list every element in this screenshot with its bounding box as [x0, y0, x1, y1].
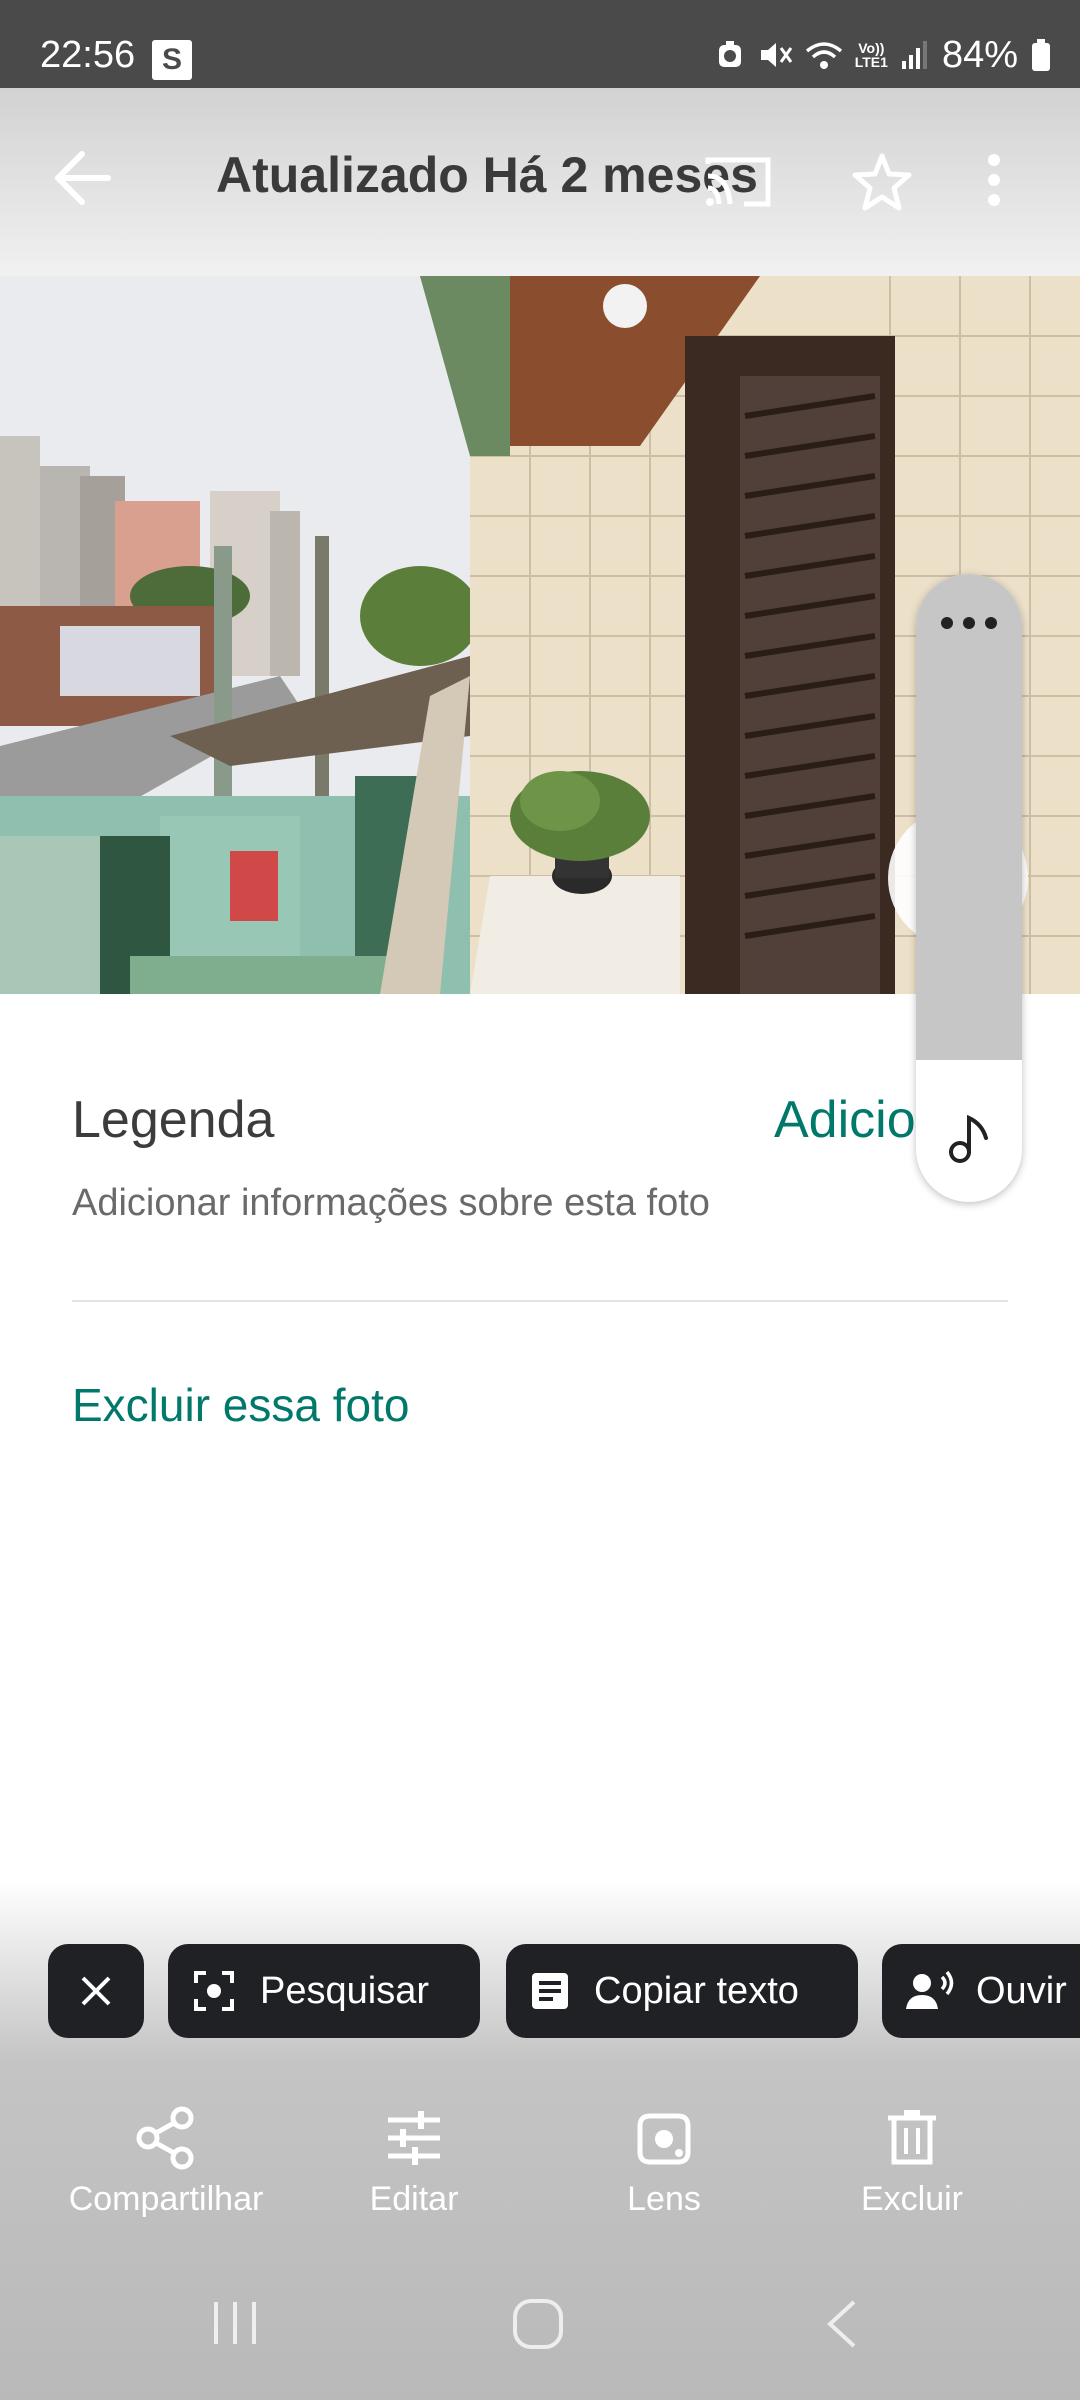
trash-icon — [888, 2110, 936, 2165]
add-caption-button[interactable]: Adicio — [774, 1090, 916, 1150]
copy-text-chip[interactable]: Copiar texto — [506, 1944, 858, 2038]
edge-panel-volume-track[interactable] — [916, 574, 1022, 1060]
tune-sliders-icon — [388, 2111, 440, 2165]
star-icon — [852, 153, 912, 211]
listen-chip-label: Ouvir — [976, 1969, 1067, 2012]
system-nav-bar — [0, 2256, 1080, 2400]
favorite-button[interactable] — [852, 152, 912, 217]
more-horiz-icon[interactable] — [940, 616, 998, 630]
battery-icon — [1032, 39, 1050, 71]
cast-icon[interactable] — [704, 154, 772, 215]
battery-percent: 84% — [941, 34, 1018, 76]
arrow-left-icon — [55, 151, 111, 205]
edit-label: Editar — [369, 2180, 459, 2218]
delete-button[interactable]: Excluir — [802, 2106, 1022, 2219]
mute-icon — [760, 43, 792, 67]
wifi-icon — [805, 42, 842, 69]
more-options-button[interactable] — [984, 152, 1004, 213]
delete-label: Excluir — [860, 2180, 964, 2218]
status-icons: Vo)) LTE1 84% — [715, 36, 1052, 74]
share-icon — [136, 2106, 194, 2170]
status-bar: 22:56 S Vo)) LTE1 84% — [0, 0, 1080, 88]
lens-label: Lens — [627, 2180, 701, 2218]
listen-chip[interactable]: Ouvir — [882, 1944, 1080, 2038]
share-label: Compartilhar — [68, 2180, 264, 2218]
page-title: Atualizado Há 2 meses — [216, 147, 758, 203]
signal-icon — [901, 41, 927, 69]
home-icon[interactable] — [512, 2298, 564, 2350]
search-chip[interactable]: Pesquisar — [168, 1944, 480, 2038]
speaker-person-icon — [906, 1971, 954, 2009]
edit-button[interactable]: Editar — [304, 2106, 524, 2219]
volte-icon: Vo)) LTE1 — [854, 40, 888, 70]
lens-search-icon — [194, 1971, 234, 2011]
app-header: Atualizado Há 2 meses — [0, 88, 1080, 276]
s-app-badge: S — [152, 40, 192, 80]
close-icon — [81, 1976, 111, 2006]
edge-panel[interactable] — [916, 574, 1022, 1202]
network-type: LTE1 — [854, 54, 888, 70]
more-vert-icon — [988, 154, 1000, 206]
caption-placeholder[interactable]: Adicionar informações sobre esta foto — [72, 1182, 710, 1225]
divider — [72, 1300, 1008, 1302]
music-note-icon[interactable] — [948, 1114, 992, 1164]
copy-text-chip-label: Copiar texto — [594, 1969, 799, 2012]
recent-apps-icon[interactable] — [210, 2300, 260, 2346]
back-button[interactable] — [48, 148, 120, 208]
caption-label: Legenda — [72, 1091, 275, 1149]
lens-button[interactable]: Lens — [554, 2106, 774, 2219]
search-chip-label: Pesquisar — [260, 1969, 429, 2012]
delete-photo-link[interactable]: Excluir essa foto — [72, 1378, 409, 1432]
status-time: 22:56 — [40, 34, 136, 76]
share-button[interactable]: Compartilhar — [56, 2106, 276, 2219]
lens-icon — [637, 2113, 691, 2165]
close-chip[interactable] — [48, 1944, 144, 2038]
document-icon — [532, 1973, 568, 2009]
nav-back-icon[interactable] — [824, 2300, 858, 2348]
alarm-icon — [718, 41, 741, 67]
